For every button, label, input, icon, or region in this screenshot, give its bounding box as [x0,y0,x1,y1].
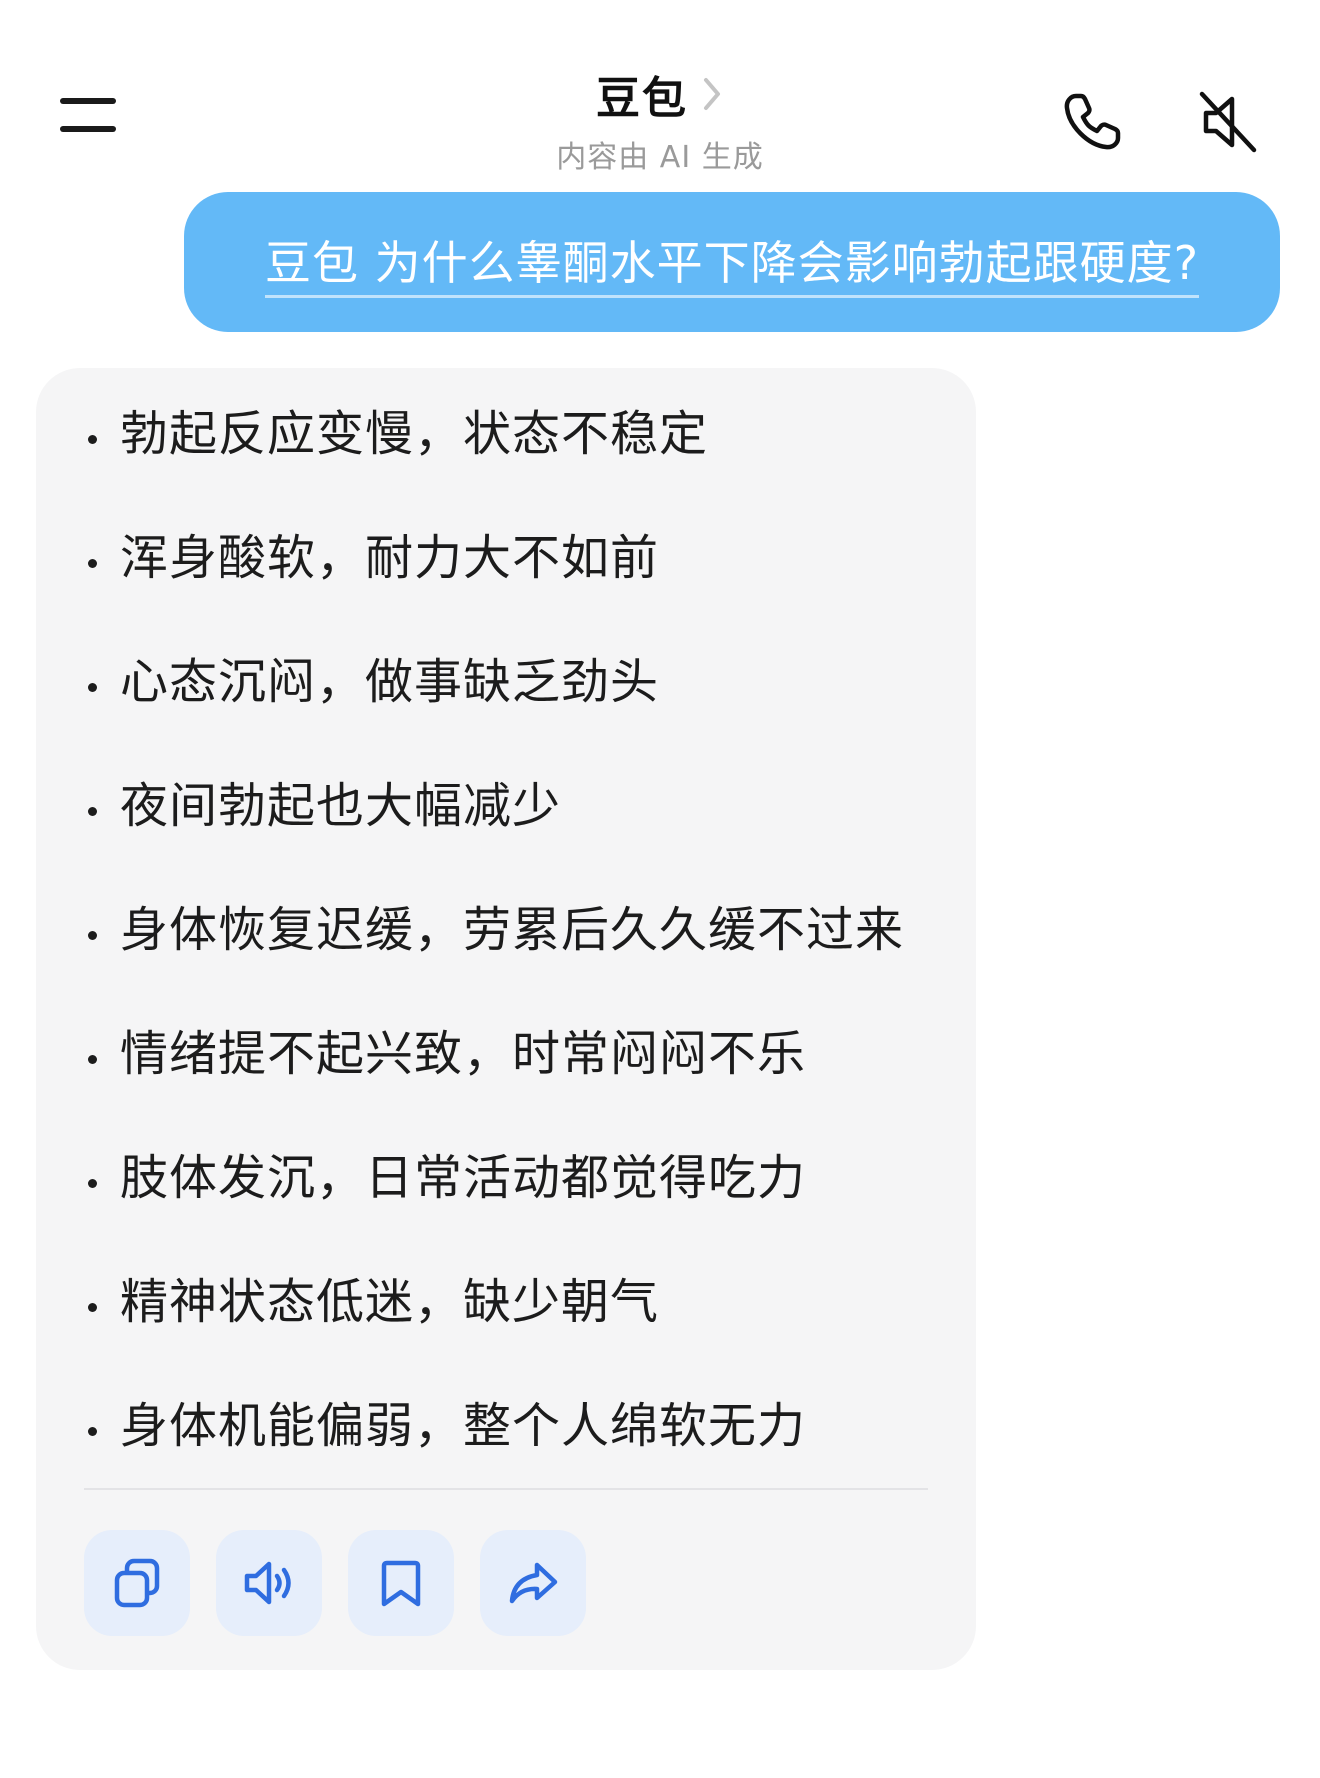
bullet-dot [88,683,97,692]
list-item-text: 精神状态低迷，缺少朝气 [120,1274,660,1330]
bookmark-button[interactable] [348,1530,454,1636]
bullet-dot [88,931,97,940]
bullet-dot [88,435,97,444]
speaker-muted-icon [1199,91,1257,153]
share-button[interactable] [480,1530,586,1636]
list-item: 夜间勃起也大幅减少 [84,776,944,900]
list-item-text: 情绪提不起兴致，时常闷闷不乐 [120,1026,807,1082]
list-item: 勃起反应变慢，状态不稳定 [84,404,944,528]
chevron-right-icon [704,78,720,110]
bullet-dot [88,1303,97,1312]
read-aloud-button[interactable] [216,1530,322,1636]
list-item: 浑身酸软，耐力大不如前 [84,528,944,652]
list-item-text: 身体机能偏弱，整个人绵软无力 [120,1398,807,1454]
list-item: 身体恢复迟缓，劳累后久久缓不过来 [84,900,944,1024]
list-item-text: 夜间勃起也大幅减少 [120,778,562,834]
bullet-dot [88,559,97,568]
list-item-text: 勃起反应变慢，状态不稳定 [120,406,709,462]
copy-icon [114,1558,160,1608]
answer-action-bar [84,1530,586,1636]
copy-button[interactable] [84,1530,190,1636]
answer-bullet-list: 勃起反应变慢，状态不稳定 浑身酸软，耐力大不如前 心态沉闷，做事缺乏劲头 夜间勃… [84,404,944,1520]
phone-icon [1064,93,1121,150]
answer-divider [84,1488,928,1490]
user-message-bubble[interactable]: 豆包 为什么睾酮水平下降会影响勃起跟硬度? [184,192,1280,332]
list-item: 肢体发沉，日常活动都觉得吃力 [84,1148,944,1272]
phone-call-button[interactable] [1056,86,1128,158]
list-item-text: 身体恢复迟缓，劳累后久久缓不过来 [120,902,905,958]
ai-answer-card: 勃起反应变慢，状态不稳定 浑身酸软，耐力大不如前 心态沉闷，做事缺乏劲头 夜间勃… [36,368,976,1670]
bullet-dot [88,1055,97,1064]
bullet-dot [88,1427,97,1436]
list-item-text: 心态沉闷，做事缺乏劲头 [120,654,660,710]
list-item-text: 肢体发沉，日常活动都觉得吃力 [120,1150,807,1206]
bookmark-icon [381,1560,421,1607]
share-icon [509,1562,558,1604]
speaker-icon [244,1561,291,1605]
bullet-dot [88,807,97,816]
mute-button[interactable] [1192,86,1264,158]
list-item: 身体机能偏弱，整个人绵软无力 [84,1396,944,1520]
list-item: 情绪提不起兴致，时常闷闷不乐 [84,1024,944,1148]
chat-title: 豆包 [596,73,688,124]
chat-title-button[interactable]: 豆包 [596,64,724,124]
list-item: 精神状态低迷，缺少朝气 [84,1272,944,1396]
list-item-text: 浑身酸软，耐力大不如前 [120,530,660,586]
bullet-dot [88,1179,97,1188]
list-item: 心态沉闷，做事缺乏劲头 [84,652,944,776]
user-message-text: 豆包 为什么睾酮水平下降会影响勃起跟硬度? [264,227,1200,298]
